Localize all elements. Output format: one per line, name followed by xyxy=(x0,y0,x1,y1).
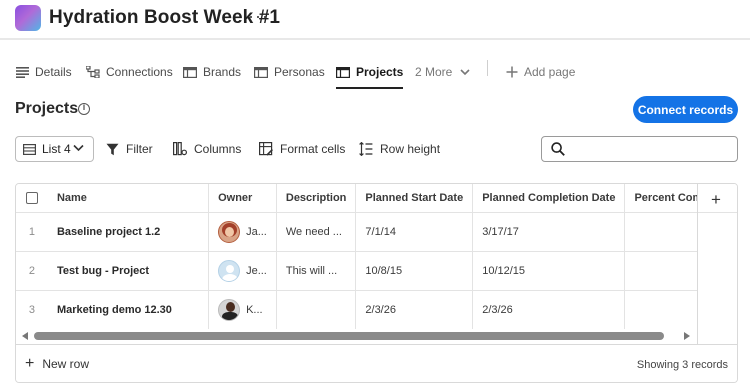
project-name-cell[interactable]: Test bug - Project xyxy=(47,251,210,291)
table-footer: + New row Showing 3 records xyxy=(16,344,737,382)
records-count: Showing 3 records xyxy=(636,359,728,371)
table-row[interactable]: 1 Baseline project 1.2 Ja... We need ...… xyxy=(16,212,737,252)
chevron-down-icon xyxy=(73,144,84,152)
page-title: Hydration Boost Week #1 xyxy=(49,7,281,28)
table-row[interactable]: 2 Test bug - Project Je... This will ...… xyxy=(16,251,737,291)
columns-label: Columns xyxy=(194,142,242,156)
list-view-icon xyxy=(23,143,36,155)
avatar xyxy=(218,298,241,321)
owner-cell[interactable]: Ja... xyxy=(208,212,277,252)
owner-cell[interactable]: Je... xyxy=(208,251,277,291)
section-heading: Projects xyxy=(15,100,79,117)
filter-icon xyxy=(106,143,119,155)
tab-personas-label: Personas xyxy=(274,65,325,79)
scroll-right-icon[interactable] xyxy=(684,332,690,340)
avatar xyxy=(218,259,241,282)
planned-start-cell[interactable]: 2/3/26 xyxy=(355,290,474,330)
select-all-cell[interactable] xyxy=(16,184,48,213)
columns-button[interactable]: Columns xyxy=(173,140,241,158)
add-column-area: + xyxy=(697,184,737,344)
header-divider xyxy=(698,212,737,213)
row-height-button[interactable]: Row height xyxy=(359,140,440,158)
tab-details-label: Details xyxy=(35,65,72,79)
row-number: 1 xyxy=(16,212,48,252)
search-input[interactable] xyxy=(572,140,732,158)
format-cells-button[interactable]: Format cells xyxy=(259,140,345,158)
row-number: 3 xyxy=(16,290,48,330)
search-icon xyxy=(551,142,565,156)
tab-connections-label: Connections xyxy=(106,65,173,79)
tab-details[interactable]: Details xyxy=(16,60,72,84)
chevron-down-icon xyxy=(460,68,470,75)
scrollbar-thumb[interactable] xyxy=(34,332,664,340)
projects-table: Name Owner Description Planned Start Dat… xyxy=(15,183,738,383)
planned-completion-cell[interactable]: 3/17/17 xyxy=(472,212,626,252)
column-header-planned-start-date[interactable]: Planned Start Date xyxy=(355,184,474,213)
tab-projects[interactable]: Projects xyxy=(336,60,404,89)
row-number: 2 xyxy=(16,251,48,291)
owner-cell[interactable]: K... xyxy=(208,290,277,330)
row-height-icon xyxy=(359,142,373,156)
new-row-label: New row xyxy=(42,357,90,371)
details-icon xyxy=(16,66,29,78)
table-icon xyxy=(183,66,197,78)
tab-projects-label: Projects xyxy=(356,65,404,79)
column-header-planned-completion-date[interactable]: Planned Completion Date xyxy=(472,184,626,213)
view-selector-label: List 4 xyxy=(42,142,71,156)
table-row[interactable]: 3 Marketing demo 12.30 K... 2/3/26 2/3/2… xyxy=(16,290,737,330)
description-cell[interactable]: This will ... xyxy=(276,251,357,291)
description-cell[interactable] xyxy=(276,290,357,330)
connections-icon xyxy=(86,66,100,78)
project-name-cell[interactable]: Baseline project 1.2 xyxy=(47,212,210,252)
select-all-checkbox[interactable] xyxy=(25,191,38,204)
tab-divider xyxy=(487,60,488,76)
scroll-left-icon[interactable] xyxy=(22,332,28,340)
add-column-icon[interactable]: + xyxy=(711,190,721,210)
search-field[interactable] xyxy=(541,136,738,162)
table-icon xyxy=(336,66,350,78)
tab-connections[interactable]: Connections xyxy=(86,60,173,84)
header-row: Name Owner Description Planned Start Dat… xyxy=(16,184,737,213)
row-height-label: Row height xyxy=(380,142,441,156)
tab-brands-label: Brands xyxy=(203,65,242,79)
add-page-label: Add page xyxy=(524,65,576,79)
planned-completion-cell[interactable]: 10/12/15 xyxy=(472,251,626,291)
add-page-button[interactable]: Add page xyxy=(506,60,575,84)
tab-more[interactable]: 2 More xyxy=(415,60,476,84)
page-tabs: Details Connections Brands Personas Proj… xyxy=(0,52,750,89)
new-row-button[interactable]: + New row xyxy=(25,355,90,372)
connect-records-button[interactable]: Connect records xyxy=(633,96,738,123)
app-icon xyxy=(15,5,41,31)
info-icon[interactable] xyxy=(78,102,90,115)
column-header-owner[interactable]: Owner xyxy=(208,184,277,213)
description-cell[interactable]: We need ... xyxy=(276,212,357,252)
filter-label: Filter xyxy=(126,142,153,156)
table-icon xyxy=(254,66,268,78)
app-header: Hydration Boost Week #1 ··· xyxy=(0,0,750,40)
planned-completion-cell[interactable]: 2/3/26 xyxy=(472,290,626,330)
columns-icon xyxy=(173,142,187,156)
column-header-name[interactable]: Name xyxy=(47,184,210,213)
tab-more-label: 2 More xyxy=(415,65,453,79)
more-options-button[interactable]: ··· xyxy=(248,6,269,27)
tab-personas[interactable]: Personas xyxy=(254,60,325,84)
horizontal-scrollbar[interactable] xyxy=(16,329,697,343)
plus-icon: + xyxy=(25,355,35,372)
filter-button[interactable]: Filter xyxy=(106,140,153,158)
column-header-description[interactable]: Description xyxy=(276,184,357,213)
tab-brands[interactable]: Brands xyxy=(183,60,241,84)
avatar xyxy=(218,220,241,243)
data-grid: Name Owner Description Planned Start Dat… xyxy=(16,184,737,330)
format-cells-label: Format cells xyxy=(280,142,346,156)
owner-name: K... xyxy=(246,303,263,316)
owner-name: Je... xyxy=(246,264,267,277)
project-name-cell[interactable]: Marketing demo 12.30 xyxy=(47,290,210,330)
plus-icon xyxy=(506,66,518,78)
owner-name: Ja... xyxy=(246,225,267,238)
view-selector[interactable]: List 4 xyxy=(15,136,94,162)
planned-start-cell[interactable]: 7/1/14 xyxy=(355,212,474,252)
planned-start-cell[interactable]: 10/8/15 xyxy=(355,251,474,291)
format-cells-icon xyxy=(259,142,273,156)
